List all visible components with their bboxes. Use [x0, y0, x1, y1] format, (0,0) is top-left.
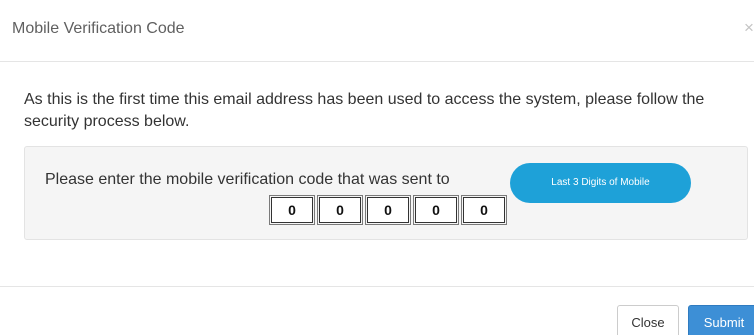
verification-modal: Mobile Verification Code × As this is th… [0, 0, 754, 335]
mobile-digits-badge: Last 3 Digits of Mobile [510, 163, 691, 203]
close-button[interactable]: Close [617, 305, 679, 335]
code-digit-4[interactable] [413, 195, 459, 225]
code-digit-3[interactable] [365, 195, 411, 225]
modal-title: Mobile Verification Code [12, 20, 185, 37]
intro-text: As this is the first time this email add… [24, 91, 705, 130]
submit-button[interactable]: Submit [688, 305, 754, 335]
instruction-text: Please enter the mobile verification cod… [45, 171, 450, 188]
close-icon[interactable]: × [744, 19, 754, 36]
code-digit-2[interactable] [317, 195, 363, 225]
modal-header: Mobile Verification Code × [0, 0, 754, 62]
modal-footer: Close Submit [0, 286, 754, 335]
code-digit-1[interactable] [269, 195, 315, 225]
code-digit-5[interactable] [461, 195, 507, 225]
